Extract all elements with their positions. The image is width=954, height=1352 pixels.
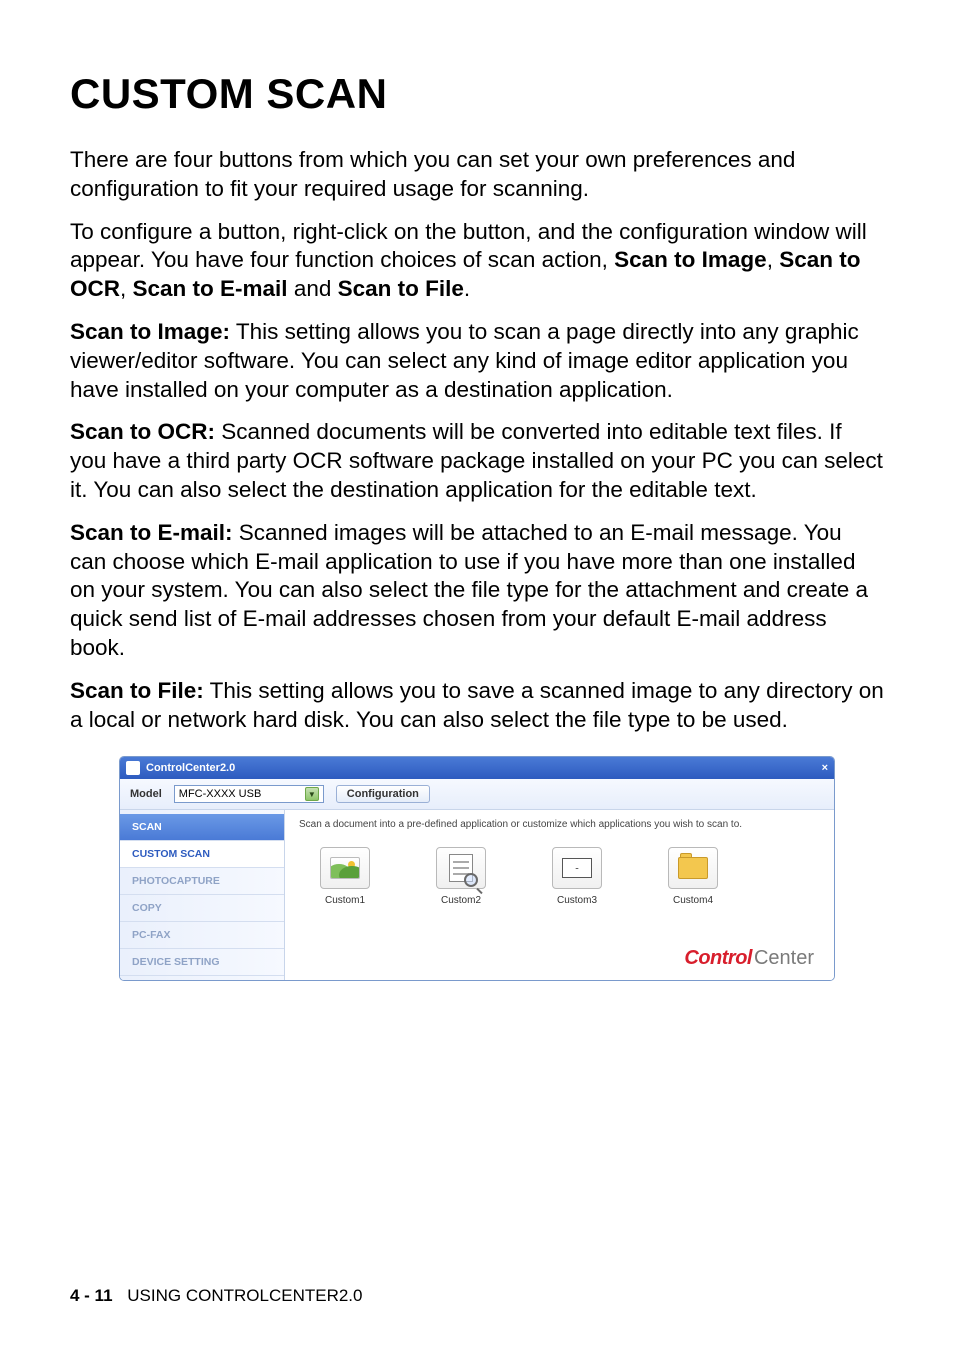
app-icon (126, 761, 140, 775)
scan-to-ocr-head: Scan to OCR: (70, 419, 215, 444)
custom3-label: Custom3 (557, 895, 597, 906)
custom4-button[interactable]: Custom4 (657, 847, 729, 906)
page-number: 4 - 11 (70, 1286, 113, 1305)
custom4-label: Custom4 (673, 895, 713, 906)
window-toolbar: Model MFC-XXXX USB ▼ Configuration (120, 779, 834, 810)
sidebar-item-scan[interactable]: SCAN (120, 814, 284, 841)
controlcenter-window: ControlCenter2.0 × Model MFC-XXXX USB ▼ … (119, 756, 835, 981)
page-footer: 4 - 11 USING CONTROLCENTER2.0 (70, 1286, 362, 1306)
custom2-label: Custom2 (441, 895, 481, 906)
configuration-button[interactable]: Configuration (336, 785, 430, 803)
p2-scan-to-file: Scan to File (338, 276, 464, 301)
sidebar-item-photocapture[interactable]: PHOTOCAPTURE (120, 868, 284, 895)
chevron-down-icon[interactable]: ▼ (305, 787, 319, 801)
p2-sep2: , (120, 276, 133, 301)
logo: ControlCenter (299, 939, 820, 970)
sidebar-item-pcfax[interactable]: PC-FAX (120, 922, 284, 949)
folder-icon (668, 847, 718, 889)
logo-center: Center (754, 947, 814, 969)
p2-scan-to-image: Scan to Image (614, 247, 767, 272)
p2-sep3: and (288, 276, 338, 301)
logo-control: Control (684, 947, 752, 969)
envelope-icon (552, 847, 602, 889)
page-title: CUSTOM SCAN (70, 70, 884, 118)
custom1-label: Custom1 (325, 895, 365, 906)
scan-to-file-head: Scan to File: (70, 678, 204, 703)
image-icon (320, 847, 370, 889)
custom-button-row: Custom1 Custom2 Custom3 (299, 841, 820, 916)
custom2-button[interactable]: Custom2 (425, 847, 497, 906)
sidebar: SCAN CUSTOM SCAN PHOTOCAPTURE COPY PC-FA… (120, 810, 284, 980)
configure-paragraph: To configure a button, right-click on th… (70, 218, 884, 304)
content-pane: Scan a document into a pre-defined appli… (284, 810, 834, 980)
model-select[interactable]: MFC-XXXX USB ▼ (174, 785, 324, 803)
p2-scan-to-email: Scan to E-mail (133, 276, 288, 301)
model-label: Model (130, 788, 162, 800)
scan-to-image-paragraph: Scan to Image: This setting allows you t… (70, 318, 884, 404)
scan-to-image-head: Scan to Image: (70, 319, 230, 344)
sidebar-item-device-setting[interactable]: DEVICE SETTING (120, 949, 284, 976)
window-body: SCAN CUSTOM SCAN PHOTOCAPTURE COPY PC-FA… (120, 810, 834, 980)
scan-to-file-paragraph: Scan to File: This setting allows you to… (70, 677, 884, 735)
custom1-button[interactable]: Custom1 (309, 847, 381, 906)
scan-to-email-head: Scan to E-mail: (70, 520, 233, 545)
intro-paragraph: There are four buttons from which you ca… (70, 146, 884, 204)
scan-to-ocr-paragraph: Scan to OCR: Scanned documents will be c… (70, 418, 884, 504)
window-titlebar[interactable]: ControlCenter2.0 × (120, 757, 834, 779)
sidebar-item-custom-scan[interactable]: CUSTOM SCAN (120, 841, 284, 868)
window-title: ControlCenter2.0 (146, 762, 235, 774)
p2-end: . (464, 276, 470, 301)
scan-to-email-paragraph: Scan to E-mail: Scanned images will be a… (70, 519, 884, 663)
document-icon (436, 847, 486, 889)
model-value: MFC-XXXX USB (179, 788, 262, 800)
sidebar-item-copy[interactable]: COPY (120, 895, 284, 922)
custom3-button[interactable]: Custom3 (541, 847, 613, 906)
close-icon[interactable]: × (822, 762, 828, 774)
content-description: Scan a document into a pre-defined appli… (299, 818, 820, 831)
p2-sep1: , (767, 247, 780, 272)
footer-label: USING CONTROLCENTER2.0 (127, 1286, 362, 1305)
